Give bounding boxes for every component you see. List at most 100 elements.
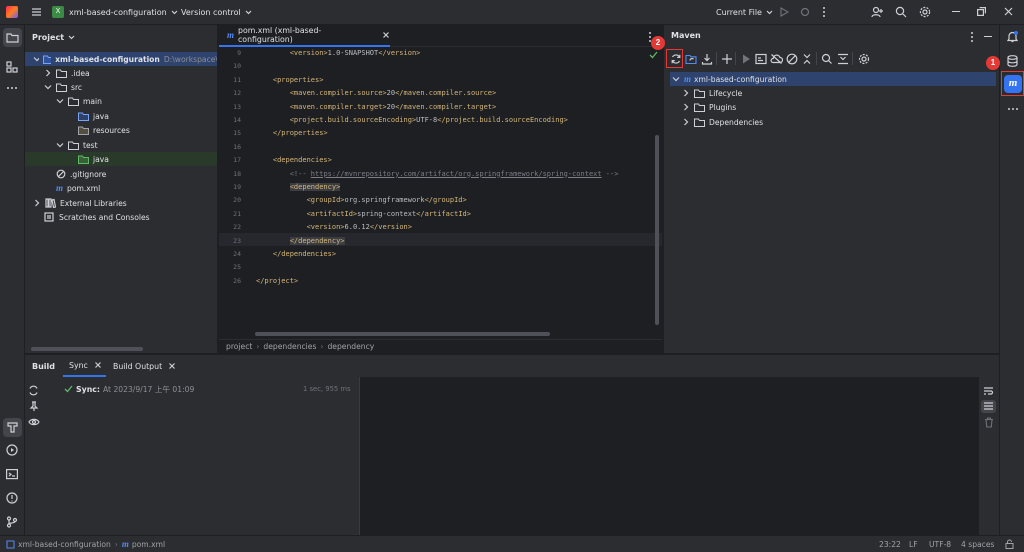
maven-tree-root[interactable]: m xml-based-configuration: [670, 72, 996, 86]
breadcrumb-item[interactable]: project: [226, 342, 252, 351]
code-line[interactable]: </properties>: [256, 127, 328, 140]
run-maven-build-icon[interactable]: [740, 53, 752, 65]
add-user-icon[interactable]: [871, 6, 884, 18]
code-line[interactable]: <maven.compiler.source>20</maven.compile…: [256, 87, 497, 100]
build-tab-sync[interactable]: Sync: [63, 355, 106, 377]
structure-icon[interactable]: [6, 61, 18, 73]
code-line[interactable]: <maven.compiler.target>20</maven.compile…: [256, 101, 497, 114]
file-encoding[interactable]: UTF-8: [929, 540, 951, 549]
problems-icon[interactable]: [6, 492, 18, 504]
services-icon[interactable]: [6, 444, 18, 456]
editor-tab-pom[interactable]: m pom.xml (xml-based-configuration): [219, 25, 390, 47]
collapse-all-icon[interactable]: [801, 53, 813, 65]
code-line[interactable]: </dependencies>: [256, 248, 336, 261]
terminal-icon[interactable]: [6, 468, 18, 480]
code-line[interactable]: <version>1.0-SNAPSHOT</version>: [256, 47, 421, 60]
maven-tree-dependencies[interactable]: Dependencies: [664, 115, 1000, 129]
code-line[interactable]: </dependency>: [256, 235, 345, 248]
inspection-ok-icon[interactable]: [649, 51, 658, 59]
line-number: 26: [233, 276, 241, 285]
code-line[interactable]: <properties>: [256, 74, 324, 87]
maven-tree-plugins[interactable]: Plugins: [664, 100, 1000, 114]
code-line[interactable]: </project>: [256, 275, 298, 288]
status-crumb-file[interactable]: pom.xml: [132, 540, 165, 549]
offline-mode-icon[interactable]: [770, 53, 783, 65]
breadcrumb-item[interactable]: dependency: [327, 342, 374, 351]
debug-icon[interactable]: [800, 7, 810, 17]
add-maven-project-icon[interactable]: [721, 53, 733, 65]
code-line[interactable]: <!-- https://mvnrepository.com/artifact/…: [256, 168, 619, 181]
close-tab-icon[interactable]: [168, 362, 176, 370]
run-icon[interactable]: [779, 7, 789, 17]
build-console[interactable]: [359, 377, 979, 536]
skip-tests-icon[interactable]: [786, 53, 798, 65]
app-logo-icon[interactable]: [6, 6, 18, 18]
main-menu-icon[interactable]: [31, 7, 42, 17]
minimize-icon[interactable]: [952, 11, 960, 13]
maven-settings-icon[interactable]: [858, 53, 870, 65]
tree-item-root[interactable]: xml-based-configuration D:\workspace\: [25, 52, 217, 66]
readonly-lock-icon[interactable]: [1005, 539, 1014, 549]
tree-item-main[interactable]: main: [25, 94, 217, 108]
line-separator[interactable]: LF: [909, 540, 918, 549]
hide-panel-icon[interactable]: [984, 36, 992, 38]
git-icon[interactable]: [6, 516, 18, 528]
build-tool-button[interactable]: [3, 418, 22, 437]
project-panel-header[interactable]: Project: [32, 31, 76, 43]
soft-wrap-icon[interactable]: [983, 386, 994, 396]
notifications-icon[interactable]: [1006, 30, 1019, 43]
eye-icon[interactable]: [28, 417, 40, 427]
horizontal-scrollbar[interactable]: [31, 347, 143, 351]
tree-item-scratches[interactable]: Scratches and Consoles: [25, 210, 217, 224]
maven-options-icon[interactable]: [970, 31, 974, 43]
run-config-widget[interactable]: Current File: [716, 5, 774, 19]
tree-item-idea[interactable]: .idea: [25, 66, 217, 80]
horizontal-scrollbar[interactable]: [255, 332, 550, 336]
sync-icon[interactable]: [28, 385, 39, 396]
close-tab-icon[interactable]: [382, 31, 390, 39]
project-panel-title: Project: [32, 32, 65, 42]
close-icon[interactable]: [1004, 7, 1013, 16]
breadcrumb-item[interactable]: dependencies: [263, 342, 316, 351]
tree-item-test[interactable]: test: [25, 138, 217, 152]
vertical-scrollbar[interactable]: [655, 135, 659, 325]
search-icon[interactable]: [895, 6, 907, 18]
code-line[interactable]: <dependencies>: [256, 154, 332, 167]
sync-status-row[interactable]: Sync: At 2023/9/17 上午 01:09: [64, 383, 194, 395]
show-dependencies-icon[interactable]: [821, 53, 833, 65]
caret-position[interactable]: 23:22: [879, 540, 901, 549]
tree-item-java[interactable]: java: [25, 109, 217, 123]
tree-item-src[interactable]: src: [25, 80, 217, 94]
code-line[interactable]: <dependency>: [256, 181, 341, 194]
scroll-to-end-button[interactable]: [981, 400, 996, 413]
generate-sources-icon[interactable]: [685, 53, 697, 65]
more-horizontal-icon[interactable]: [6, 86, 18, 90]
tree-item-external-libraries[interactable]: External Libraries: [25, 196, 217, 210]
restore-icon[interactable]: [977, 7, 986, 16]
download-sources-icon[interactable]: [701, 53, 713, 65]
indent-setting[interactable]: 4 spaces: [961, 540, 994, 549]
expand-all-icon[interactable]: [837, 53, 849, 65]
pin-icon[interactable]: [29, 401, 39, 411]
close-tab-icon[interactable]: [94, 361, 102, 369]
code-line[interactable]: <project.build.sourceEncoding>UTF-8</pro…: [256, 114, 568, 127]
code-line[interactable]: <groupId>org.springframework</groupId>: [256, 194, 467, 207]
code-line[interactable]: <artifactId>spring-context</artifactId>: [256, 208, 471, 221]
database-icon[interactable]: [1007, 55, 1018, 67]
clear-all-icon[interactable]: [984, 417, 994, 428]
project-widget[interactable]: X xml-based-configuration: [52, 5, 179, 19]
tree-item-resources[interactable]: resources: [25, 123, 217, 137]
code-line[interactable]: <version>6.0.12</version>: [256, 221, 412, 234]
settings-gear-icon[interactable]: [919, 6, 931, 18]
execute-goal-icon[interactable]: [755, 53, 767, 65]
build-tab-output[interactable]: Build Output: [107, 355, 176, 377]
maven-tree-lifecycle[interactable]: Lifecycle: [664, 86, 1000, 100]
more-vertical-icon[interactable]: [822, 6, 826, 18]
project-tool-button[interactable]: [3, 28, 22, 47]
vcs-widget[interactable]: Version control: [181, 5, 253, 19]
tree-item-gitignore[interactable]: .gitignore: [25, 167, 217, 181]
tree-item-test-java[interactable]: java: [25, 152, 217, 166]
status-crumb-project[interactable]: xml-based-configuration: [18, 540, 111, 549]
more-horizontal-icon[interactable]: [1007, 107, 1019, 111]
tree-item-pom[interactable]: m pom.xml: [25, 181, 217, 195]
